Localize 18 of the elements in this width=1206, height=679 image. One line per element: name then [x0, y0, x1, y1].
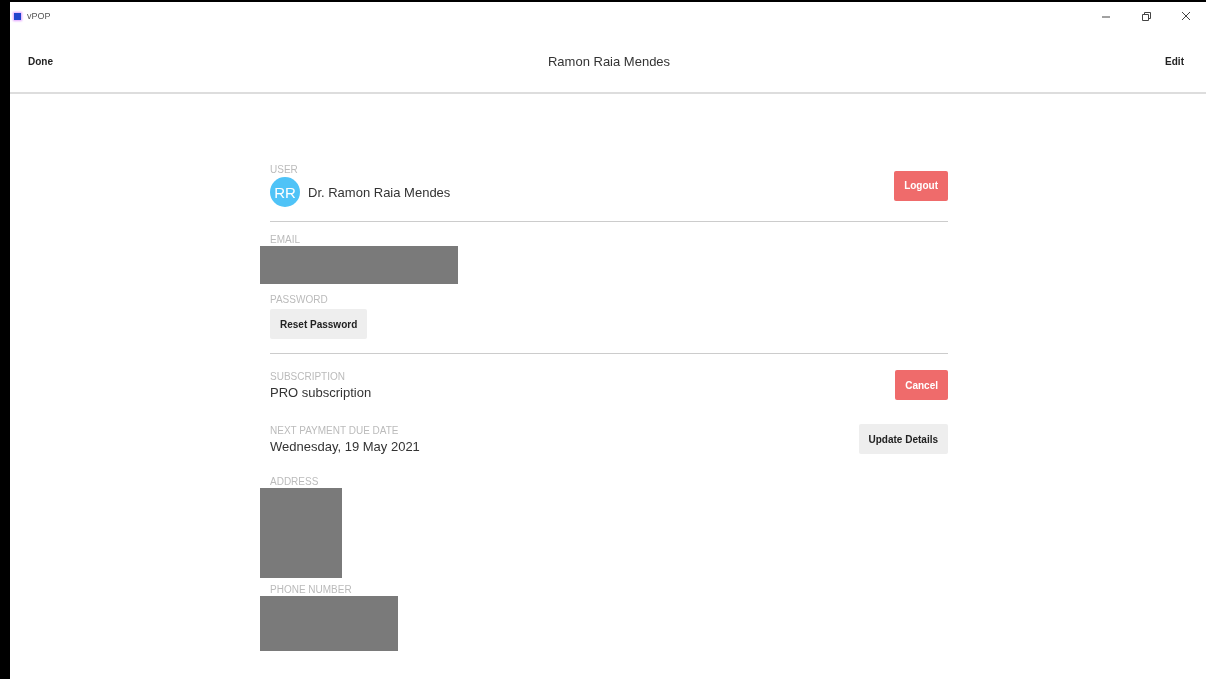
field-label: EMAIL [270, 234, 301, 245]
field-label: USER [270, 164, 299, 175]
edit-button[interactable]: Edit [1163, 53, 1186, 69]
field-label: PASSWORD [270, 294, 329, 305]
done-button[interactable]: Done [26, 53, 55, 69]
field-value: PRO subscription [270, 384, 372, 400]
field-label: PHONE NUMBER [270, 584, 353, 595]
page-title: Ramon Raia Mendes [548, 53, 671, 69]
action-button[interactable]: Reset Password [270, 309, 368, 339]
action-button[interactable]: Update Details [858, 424, 948, 454]
field-label: SUBSCRIPTION [270, 370, 346, 382]
window-title: vPOP [27, 11, 51, 21]
avatar: RR [270, 177, 300, 207]
app-icon [14, 12, 21, 20]
user-name: Dr. Ramon Raia Mendes [308, 184, 451, 200]
field-label: ADDRESS [270, 476, 320, 487]
field-label: NEXT PAYMENT DUE DATE [270, 424, 400, 436]
field-value: Wednesday, 19 May 2021 [270, 438, 420, 454]
